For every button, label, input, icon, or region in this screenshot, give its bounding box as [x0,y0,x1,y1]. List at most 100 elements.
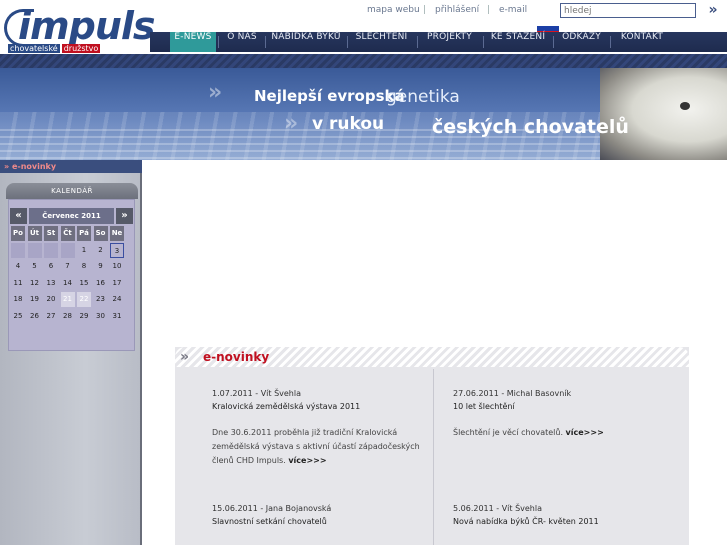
nav-decoration-strip [0,54,727,68]
news-more-link[interactable]: více>>> [566,428,604,437]
calendar-day[interactable]: 2 [93,242,108,258]
calendar-day[interactable]: 22 [77,292,91,307]
nav-item-slechteni[interactable]: ŠLECHTĚNÍ [349,32,414,52]
news-item-title[interactable]: Kralovická zemědělská výstava 2011 [212,402,360,411]
separator: | [487,5,491,15]
sidebar-section-e-novinky[interactable]: » e-novinky [0,160,142,173]
calendar-weekday: Čt [60,226,75,241]
calendar-day[interactable]: 3 [110,242,124,258]
banner-line1-bold: Nejlepší evropská [254,87,405,105]
nav-separator [610,36,611,48]
calendar-day[interactable]: 11 [11,275,25,291]
news-more-link[interactable]: více>>> [288,456,326,465]
calendar-day[interactable]: 7 [60,259,75,274]
calendar-next-month-button[interactable]: » [116,208,133,224]
calendar-day[interactable]: 16 [93,275,108,291]
news-item-meta: 27.06.2011 - Michal Basovník [453,389,572,398]
calendar-weekday: Út [27,226,42,241]
sidebar-section-label: » e-novinky [4,162,57,171]
calendar-empty-cell [27,242,42,258]
nav-item-kontakt[interactable]: KONTAKT [612,32,672,52]
email-link[interactable]: e-mail [499,5,527,15]
calendar-day[interactable]: 8 [77,259,91,274]
calendar-day[interactable]: 26 [27,308,42,324]
calendar-empty-cell [44,242,58,258]
calendar-day[interactable]: 17 [110,275,124,291]
banner-line2-b: českých chovatelů [432,116,629,138]
cow-eye [680,102,690,110]
calendar-empty-cell [60,242,75,258]
news-item-body: Šlechtění je věcí chovatelů. více>>> [453,426,671,440]
calendar-empty-cell [11,242,25,258]
news-item-meta: 1.07.2011 - Vít Švehla [212,389,301,398]
calendar-day[interactable]: 23 [93,292,108,307]
nav-item-o-nas[interactable]: O NÁS [220,32,264,52]
calendar-day[interactable]: 24 [110,292,124,307]
news-header-title: e-novinky [203,350,270,364]
calendar-prev-month-button[interactable]: « [10,208,27,224]
calendar-day[interactable]: 20 [44,292,58,307]
news-item-title[interactable]: Nová nabídka býků ČR- květen 2011 [453,517,599,526]
main-navigation: E-NEWS O NÁS NABÍDKA BÝKŮ ŠLECHTĚNÍ PROJ… [150,32,727,52]
calendar-day[interactable]: 5 [27,259,42,274]
nav-separator [265,36,266,48]
calendar-weekday: Pá [77,226,91,241]
nav-item-ke-stazeni[interactable]: KE STAŽENÍ [485,32,551,52]
login-link[interactable]: přihlášení [435,5,479,15]
calendar-day[interactable]: 18 [11,292,25,307]
search-submit-button[interactable]: » [702,1,724,19]
calendar-day[interactable]: 29 [77,308,91,324]
calendar-day[interactable]: 28 [60,308,75,324]
nav-item-odkazy[interactable]: ODKAZY [555,32,608,52]
calendar-day[interactable]: 6 [44,259,58,274]
calendar-day[interactable]: 21 [60,292,75,307]
separator: | [423,5,427,15]
calendar-day[interactable]: 15 [77,275,91,291]
calendar-month-nav: « Červenec 2011 » [10,208,133,224]
cow-photo [600,68,727,160]
news-item-meta: 15.06.2011 - Jana Bojanovská [212,504,332,513]
banner-chevron-icon: » [208,80,223,105]
calendar-day[interactable]: 9 [93,259,108,274]
nav-item-nabidka-byku[interactable]: NABÍDKA BÝKŮ [267,32,345,52]
logo-tag-right: družstvo [61,44,101,53]
calendar-day[interactable]: 14 [60,275,75,291]
hero-banner: » Nejlepší evropská genetika » v rukou č… [0,68,727,160]
calendar-day[interactable]: 31 [110,308,124,324]
banner-line2-a: v rukou [312,114,385,134]
calendar-weekday: Ne [110,226,124,241]
calendar-day[interactable]: 12 [27,275,42,291]
calendar-day[interactable]: 1 [77,242,91,258]
calendar-day[interactable]: 27 [44,308,58,324]
logo-word: impuls [18,4,156,48]
calendar-day[interactable]: 4 [11,259,25,274]
news-item-title[interactable]: 10 let šlechtění [453,402,515,411]
banner-chevron-icon: » [284,111,299,136]
calendar-weekday: St [44,226,58,241]
news-item-body-text: Šlechtění je věcí chovatelů. [453,428,563,437]
banner-line1-light: genetika [386,87,460,107]
sidebar-edge [140,173,142,545]
calendar-weekday: Po [11,226,25,241]
calendar-day[interactable]: 10 [110,259,124,274]
calendar-day[interactable]: 19 [27,292,42,307]
nav-item-projekty[interactable]: PROJEKTY [419,32,480,52]
nav-item-e-news[interactable]: E-NEWS [170,32,216,52]
nav-separator [347,36,348,48]
nav-separator [417,36,418,48]
search-input[interactable] [560,3,696,18]
calendar-day[interactable]: 30 [93,308,108,324]
nav-separator [218,36,219,48]
news-header-chevron-icon: » [180,349,190,365]
calendar-weekday: So [93,226,108,241]
calendar-month-label: Červenec 2011 [29,208,114,224]
nav-separator [553,36,554,48]
top-utility-bar: mapa webu | přihlášení | e-mail » [150,0,727,22]
calendar-day[interactable]: 13 [44,275,58,291]
news-item-body: Dne 30.6.2011 proběhla již tradiční Kral… [212,426,430,468]
sitemap-link[interactable]: mapa webu [367,5,420,15]
logo[interactable]: impuls chovatelské družstvo [0,0,156,62]
site-header: impuls chovatelské družstvo mapa webu | p… [0,0,727,68]
calendar-day[interactable]: 25 [11,308,25,324]
news-item-title[interactable]: Slavnostní setkání chovatelů [212,517,327,526]
